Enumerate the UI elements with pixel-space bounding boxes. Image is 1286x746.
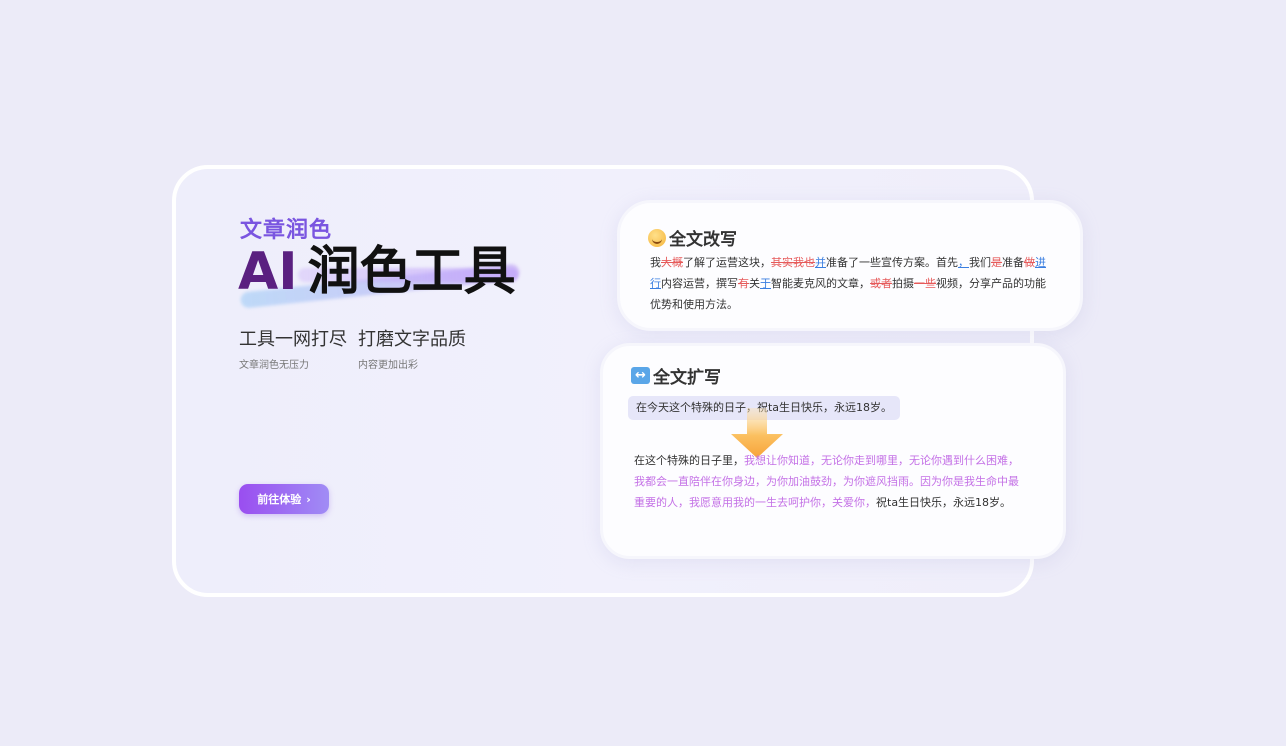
rewrite-example-text: 我大概了解了运营这块，其实我也并准备了一些宣传方案。首先，我们是准备做进行内容运… <box>650 252 1050 315</box>
hero-title-main: 润色工具 <box>307 242 516 302</box>
left-right-arrow-icon: ↔ <box>631 367 650 384</box>
inserted-text: ， <box>958 256 969 269</box>
panel-title: ↔ 全文扩写 <box>631 363 721 388</box>
rewrite-text-segment: 内容运营，撰写 <box>661 277 738 290</box>
deleted-text: 或者 <box>870 277 892 290</box>
feature-item: 打磨文字品质 内容更加出彩 <box>358 329 466 371</box>
feature-title: 打磨文字品质 <box>358 329 466 350</box>
full-rewrite-panel: 全文改写 我大概了解了运营这块，其实我也并准备了一些宣传方案。首先，我们是准备做… <box>617 200 1083 331</box>
chevron-right-icon: › <box>306 492 311 506</box>
full-expand-panel: ↔ 全文扩写 在今天这个特殊的日子，祝ta生日快乐，永远18岁。 在这个特殊的日… <box>600 343 1066 559</box>
try-now-label: 前往体验 <box>257 493 302 506</box>
rewrite-text-segment: 拍摄 <box>892 277 914 290</box>
rewrite-text-segment: 了解了运营这块， <box>683 256 771 269</box>
panel-title: 全文改写 <box>648 225 737 250</box>
rewrite-text-segment: 关 <box>749 277 760 290</box>
rewrite-text-segment: 智能麦克风的文章， <box>771 277 870 290</box>
deleted-text: 是 <box>991 256 1002 269</box>
deleted-text: 其实我也 <box>771 256 815 269</box>
hero-title-block: AI 润色工具 <box>238 240 538 320</box>
hero-title-ai: AI <box>238 242 298 302</box>
rewrite-text-segment: 我 <box>650 256 661 269</box>
expanded-suffix: 祝ta生日快乐，永远18岁。 <box>876 496 1012 509</box>
rewrite-text-segment: 我们 <box>969 256 991 269</box>
expanded-text: 在这个特殊的日子里，我想让你知道，无论你走到哪里，无论你遇到什么困难，我都会一直… <box>634 450 1029 513</box>
expanded-prefix: 在这个特殊的日子里， <box>634 454 744 467</box>
inserted-text: 于 <box>760 277 771 290</box>
feature-desc: 文章润色无压力 <box>239 360 309 371</box>
inserted-text: 并 <box>815 256 826 269</box>
smiling-face-icon <box>648 228 666 247</box>
feature-desc: 内容更加出彩 <box>358 360 418 371</box>
feature-item: 工具一网打尽 文章润色无压力 <box>239 329 347 371</box>
rewrite-text-segment: 准备了一些宣传方案。首先 <box>826 256 958 269</box>
rewrite-text-segment: 准备 <box>1002 256 1024 269</box>
deleted-text: 大概 <box>661 256 683 269</box>
deleted-text: 一些 <box>914 277 936 290</box>
deleted-text: 有 <box>738 277 749 290</box>
feature-title: 工具一网打尽 <box>239 329 347 350</box>
try-now-button[interactable]: 前往体验 › <box>239 484 329 514</box>
hero-title: AI 润色工具 <box>238 240 516 304</box>
deleted-text: 做 <box>1024 256 1035 269</box>
